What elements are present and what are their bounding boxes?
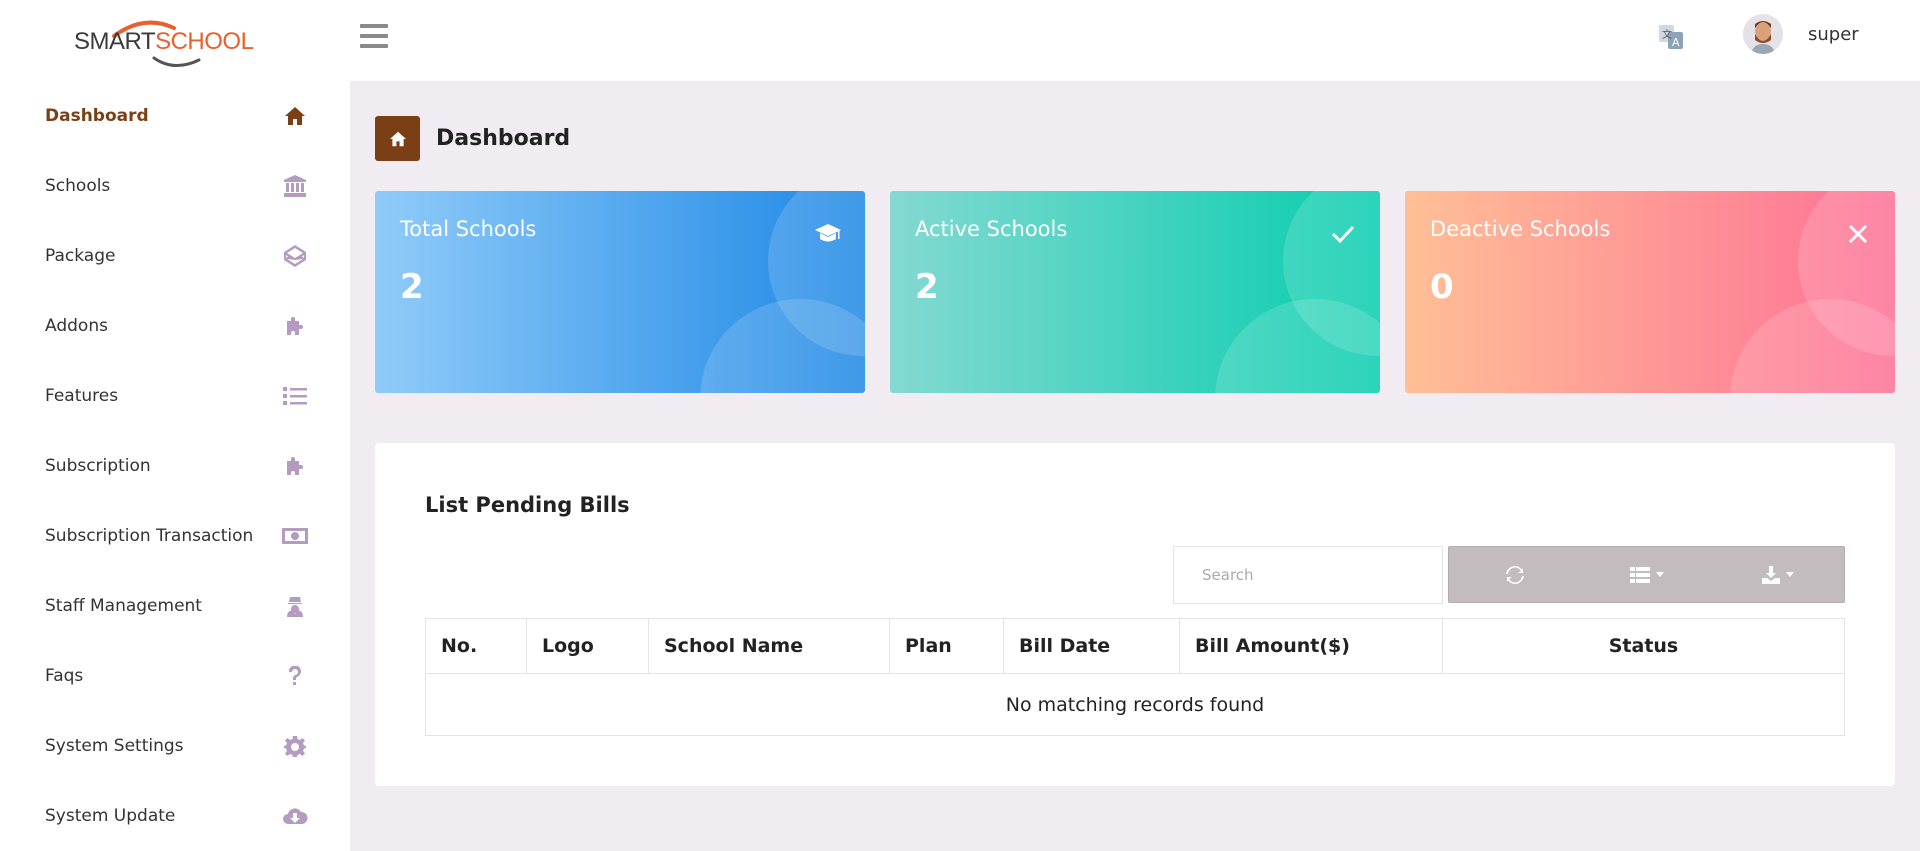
deactive-schools-card[interactable]: Deactive Schools 0 — [1405, 191, 1895, 393]
logo-text-smart: SMART — [74, 28, 156, 55]
hamburger-menu-icon[interactable] — [360, 24, 388, 48]
puzzle-icon — [282, 453, 308, 479]
column-header-bill-amount[interactable]: Bill Amount($) — [1179, 618, 1443, 674]
card-title: Deactive Schools — [1430, 217, 1611, 241]
bank-icon — [282, 173, 308, 199]
sidebar-item-features[interactable]: Features — [0, 361, 350, 431]
chevron-down-icon — [1655, 572, 1664, 577]
puzzle-icon — [282, 313, 308, 339]
sidebar-item-label: Subscription — [45, 456, 151, 476]
check-icon — [1328, 219, 1358, 249]
list-icon — [1629, 566, 1650, 583]
sidebar-item-label: Features — [45, 386, 119, 406]
sidebar-nav: Dashboard Schools Package Addons Feature… — [0, 81, 350, 851]
export-button[interactable] — [1712, 547, 1844, 602]
sidebar-item-label: Package — [45, 246, 116, 266]
column-header-plan[interactable]: Plan — [889, 618, 1004, 674]
page-header: Dashboard — [375, 116, 570, 161]
svg-text:文: 文 — [1662, 28, 1672, 41]
sidebar-item-dashboard[interactable]: Dashboard — [0, 81, 350, 151]
table-toolbar — [1448, 546, 1845, 603]
sidebar-item-system-update[interactable]: System Update — [0, 781, 350, 851]
card-title: Active Schools — [915, 217, 1068, 241]
home-button[interactable] — [375, 116, 420, 161]
card-value: 0 — [1430, 267, 1454, 307]
home-icon — [389, 131, 406, 146]
refresh-icon — [1505, 565, 1524, 584]
language-translate-icon[interactable]: 文 A — [1658, 24, 1684, 50]
refresh-button[interactable] — [1449, 547, 1581, 602]
sidebar-item-label: Staff Management — [45, 596, 202, 616]
sidebar-item-label: System Update — [45, 806, 176, 826]
home-icon — [282, 103, 308, 129]
sidebar-item-label: Schools — [45, 176, 111, 196]
avatar[interactable] — [1743, 14, 1783, 54]
logo[interactable]: SMARTSCHOOL — [74, 14, 254, 70]
column-header-school-name[interactable]: School Name — [648, 618, 890, 674]
pending-bills-table: No. Logo School Name Plan Bill Date Bill… — [425, 618, 1845, 736]
sidebar-item-subscription[interactable]: Subscription — [0, 431, 350, 501]
card-value: 2 — [400, 267, 424, 307]
total-schools-card[interactable]: Total Schools 2 — [375, 191, 865, 393]
pending-bills-panel: List Pending Bills No. Logo School Name … — [375, 443, 1895, 786]
sidebar-item-system-settings[interactable]: System Settings — [0, 711, 350, 781]
table-header-row: No. Logo School Name Plan Bill Date Bill… — [425, 618, 1845, 674]
sidebar-item-staff-management[interactable]: Staff Management — [0, 571, 350, 641]
empty-message: No matching records found — [425, 673, 1845, 736]
user-secret-icon — [282, 593, 308, 619]
topbar: 文 A super — [350, 0, 1920, 81]
page-title: Dashboard — [436, 126, 571, 151]
column-header-bill-date[interactable]: Bill Date — [1003, 618, 1180, 674]
money-icon — [282, 523, 308, 549]
download-icon — [1762, 565, 1781, 584]
table-row: No matching records found — [425, 673, 1845, 736]
sidebar-item-faqs[interactable]: Faqs — [0, 641, 350, 711]
sidebar-item-label: System Settings — [45, 736, 184, 756]
sidebar-item-addons[interactable]: Addons — [0, 291, 350, 361]
sidebar-item-package[interactable]: Package — [0, 221, 350, 291]
card-title: Total Schools — [400, 217, 537, 241]
chevron-down-icon — [1786, 572, 1795, 577]
graduation-cap-icon — [813, 219, 843, 249]
columns-toggle-button[interactable] — [1581, 547, 1713, 602]
stat-cards: Total Schools 2 Active Schools 2 Deactiv… — [375, 191, 1895, 393]
sidebar-item-subscription-transaction[interactable]: Subscription Transaction — [0, 501, 350, 571]
close-icon — [1843, 219, 1873, 249]
logo-text-school: SCHOOL — [155, 28, 254, 55]
card-value: 2 — [915, 267, 939, 307]
question-icon — [282, 663, 308, 689]
sidebar-item-label: Faqs — [45, 666, 84, 686]
column-header-logo[interactable]: Logo — [526, 618, 649, 674]
list-icon — [282, 383, 308, 409]
sidebar-item-schools[interactable]: Schools — [0, 151, 350, 221]
username[interactable]: super — [1808, 24, 1859, 45]
cloud-download-icon — [282, 803, 308, 829]
svg-text:A: A — [1672, 36, 1680, 49]
column-header-no[interactable]: No. — [425, 618, 527, 674]
sidebar: SMARTSCHOOL Dashboard Schools Package Ad… — [0, 0, 350, 851]
sidebar-item-label: Addons — [45, 316, 108, 336]
sidebar-item-label: Dashboard — [45, 106, 149, 126]
gear-icon — [282, 733, 308, 759]
column-header-status[interactable]: Status — [1442, 618, 1845, 674]
codepen-icon — [282, 243, 308, 269]
search-input[interactable] — [1173, 546, 1443, 604]
panel-title: List Pending Bills — [425, 493, 630, 517]
logo-text: SMARTSCHOOL — [74, 28, 254, 56]
sidebar-item-label: Subscription Transaction — [45, 526, 254, 546]
active-schools-card[interactable]: Active Schools 2 — [890, 191, 1380, 393]
